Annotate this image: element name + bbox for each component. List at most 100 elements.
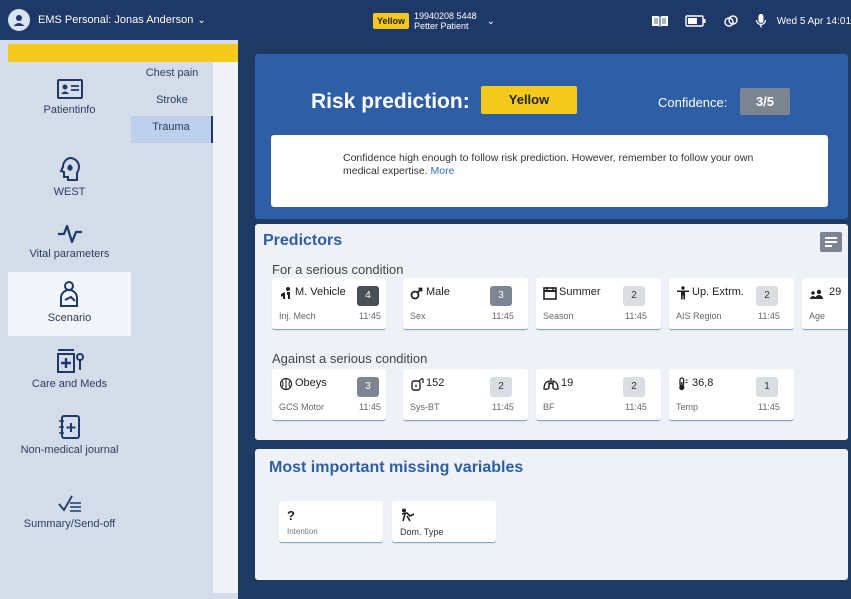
patient-id: 19940208 5448 — [414, 11, 477, 21]
chevron-down-icon: ⌄ — [486, 15, 495, 27]
nav-item-summary-send-off[interactable]: Summary/Send-off — [8, 494, 131, 554]
medkit-icon — [56, 349, 84, 373]
predictor-value: 152 — [426, 377, 445, 389]
predictor-value: 19 — [561, 377, 574, 389]
patient-selector[interactable]: Yellow 19940208 5448 Petter Patient ⌄ — [373, 11, 495, 31]
predictors-panel: Predictors For a serious condition M. Ve… — [255, 224, 848, 440]
summary-icon — [57, 495, 81, 512]
confidence-badge: 3/5 — [740, 88, 790, 115]
confidence-info-text: Confidence high enough to follow risk pr… — [343, 152, 754, 177]
nav-label-care-and-meds: Care and Meds — [31, 378, 108, 390]
predictor-card[interactable]: 36,8 1 Temp 11:45 — [669, 369, 794, 421]
predictor-time: 11:45 — [758, 311, 780, 321]
predictor-label: Inj. Mech — [279, 311, 316, 321]
nav-label-summary-send-off: Summary/Send-off — [23, 518, 116, 530]
patient-name: Petter Patient — [414, 21, 469, 31]
microphone-icon[interactable] — [755, 13, 767, 29]
chevron-down-icon: ⌄ — [197, 14, 206, 26]
patient-card-icon — [56, 79, 83, 99]
predictor-card[interactable]: 19 2 BF 11:45 — [536, 369, 661, 421]
nav-item-west[interactable]: WEST — [8, 156, 131, 216]
subnav-item-trauma[interactable]: Trauma — [131, 116, 213, 143]
head-icon — [59, 156, 80, 181]
lungs-icon — [543, 377, 559, 396]
nav-item-non-medical-journal[interactable]: Non-medical journal — [8, 414, 131, 474]
sub-nav: Chest pain Stroke Trauma — [131, 62, 213, 593]
missing-variable-label: Intention — [287, 527, 318, 536]
subnav-item-stroke[interactable]: Stroke — [131, 89, 213, 116]
missing-variable-card[interactable]: Dom. Type — [392, 501, 496, 543]
predictor-card[interactable]: Male 3 Sex 11:45 — [403, 278, 528, 330]
predictor-count: 1 — [756, 377, 778, 397]
predictor-value: Up. Extrm. — [692, 286, 744, 298]
predictor-time: 11:45 — [625, 311, 647, 321]
predictor-time: 11:45 — [359, 311, 381, 321]
risk-prediction-panel: Risk prediction: Yellow Confidence: 3/5 … — [255, 54, 848, 219]
predictor-count: 2 — [756, 286, 778, 306]
confidence-info: Confidence high enough to follow risk pr… — [271, 135, 828, 207]
nav-label-non-medical-journal: Non-medical journal — [20, 444, 119, 456]
predictor-count: 3 — [490, 286, 512, 306]
nav-label-vital-parameters: Vital parameters — [29, 248, 110, 260]
blood-pressure-icon — [410, 377, 424, 396]
predictor-card[interactable]: 152 2 Sys-BT 11:45 — [403, 369, 528, 421]
predictor-card[interactable]: Up. Extrm. 2 AIS Region 11:45 — [669, 278, 794, 330]
body-region-icon — [676, 286, 690, 305]
main-nav: Patientinfo WEST Vital parameters Scenar… — [8, 62, 131, 593]
predictor-card[interactable]: Summer 2 Season 11:45 — [536, 278, 661, 330]
predictor-value: Obeys — [295, 377, 327, 389]
calendar-icon — [543, 286, 557, 305]
predictor-label: AIS Region — [676, 311, 722, 321]
predictor-value: Summer — [559, 286, 601, 298]
predictor-label: Age — [809, 311, 826, 321]
link-icon[interactable] — [723, 14, 739, 28]
missing-variable-label: Dom. Type — [400, 527, 444, 537]
predictor-label: GCS Motor — [279, 402, 325, 412]
predictor-value: M. Vehicle — [295, 286, 346, 298]
book-icon[interactable] — [651, 14, 669, 28]
dominance-icon — [400, 508, 416, 525]
predictor-label: Sex — [410, 311, 426, 321]
predictor-time: 11:45 — [492, 311, 514, 321]
serious-section-title: For a serious condition — [272, 262, 404, 277]
missing-variable-value: ? — [287, 508, 295, 523]
nav-item-care-and-meds[interactable]: Care and Meds — [8, 348, 131, 408]
predictor-card[interactable]: Obeys 3 GCS Motor 11:45 — [272, 369, 386, 421]
triage-strip — [8, 44, 238, 62]
user-menu[interactable]: EMS Personal: Jonas Anderson ⌄ — [8, 9, 206, 31]
predictor-label: Season — [543, 311, 574, 321]
against-section-title: Against a serious condition — [272, 351, 428, 366]
predictor-time: 11:45 — [758, 402, 780, 412]
sub-nav-gutter — [213, 62, 238, 593]
subnav-item-chest-pain[interactable]: Chest pain — [131, 62, 213, 89]
pulse-icon — [57, 224, 82, 244]
predictor-card[interactable]: M. Vehicle 4 Inj. Mech 11:45 — [272, 278, 386, 330]
predictor-count: 2 — [623, 286, 645, 306]
risk-title: Risk prediction: — [311, 90, 470, 113]
missing-variables-title: Most important missing variables — [269, 459, 524, 476]
scenario-icon — [59, 281, 78, 307]
nav-item-patientinfo[interactable]: Patientinfo — [8, 78, 131, 138]
thermometer-icon — [676, 377, 690, 396]
male-icon — [410, 286, 424, 305]
battery-icon — [684, 15, 707, 27]
predictor-card[interactable]: 29 Age — [802, 278, 848, 330]
predictor-time: 11:45 — [625, 402, 647, 412]
predictors-title: Predictors — [263, 232, 343, 249]
predictor-count: 2 — [490, 377, 512, 397]
nav-item-vital-parameters[interactable]: Vital parameters — [8, 220, 131, 280]
list-menu-icon[interactable] — [820, 232, 842, 252]
more-link[interactable]: More — [431, 165, 455, 177]
predictor-label: BF — [543, 402, 555, 412]
predictor-count: 4 — [357, 286, 379, 306]
nav-label-west: WEST — [53, 186, 86, 198]
gcs-icon — [279, 377, 293, 396]
predictor-count: 2 — [623, 377, 645, 397]
predictor-label: Temp — [676, 402, 699, 412]
nav-item-scenario[interactable]: Scenario — [8, 272, 131, 336]
predictor-value: 29 — [829, 286, 842, 298]
injury-mechanism-icon — [279, 286, 293, 305]
nav-label-scenario: Scenario — [47, 312, 92, 324]
predictor-value: 36,8 — [692, 377, 714, 389]
missing-variable-card[interactable]: ? Intention — [279, 501, 383, 543]
